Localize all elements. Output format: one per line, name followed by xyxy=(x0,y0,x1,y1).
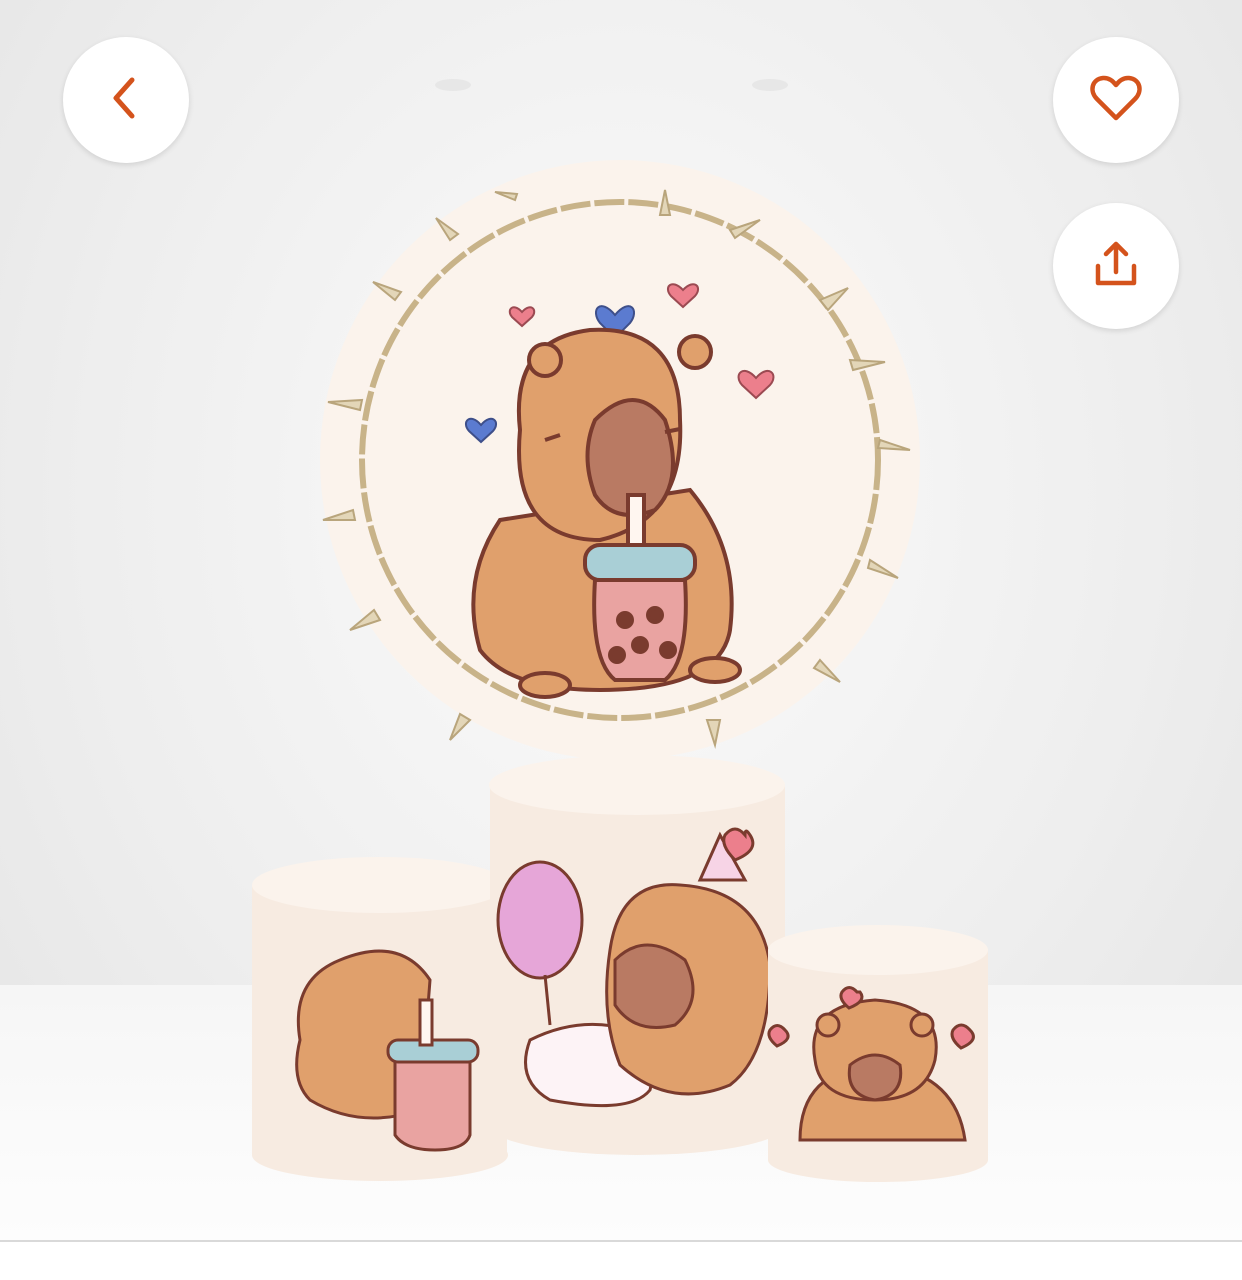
product-image-viewer[interactable] xyxy=(0,0,1242,1240)
right-cylinder xyxy=(767,925,988,1182)
left-cylinder xyxy=(252,857,508,1181)
share-upload-icon xyxy=(1086,234,1146,299)
divider xyxy=(0,1240,1242,1242)
share-button[interactable] xyxy=(1053,203,1179,329)
middle-cylinder xyxy=(489,755,785,1155)
ceiling-lights xyxy=(122,72,1118,91)
back-button[interactable] xyxy=(63,37,189,163)
round-backdrop xyxy=(320,160,920,760)
favorite-button[interactable] xyxy=(1053,37,1179,163)
product-photo xyxy=(122,72,1118,1182)
heart-outline-icon xyxy=(1086,68,1146,133)
chevron-left-icon xyxy=(96,68,156,133)
